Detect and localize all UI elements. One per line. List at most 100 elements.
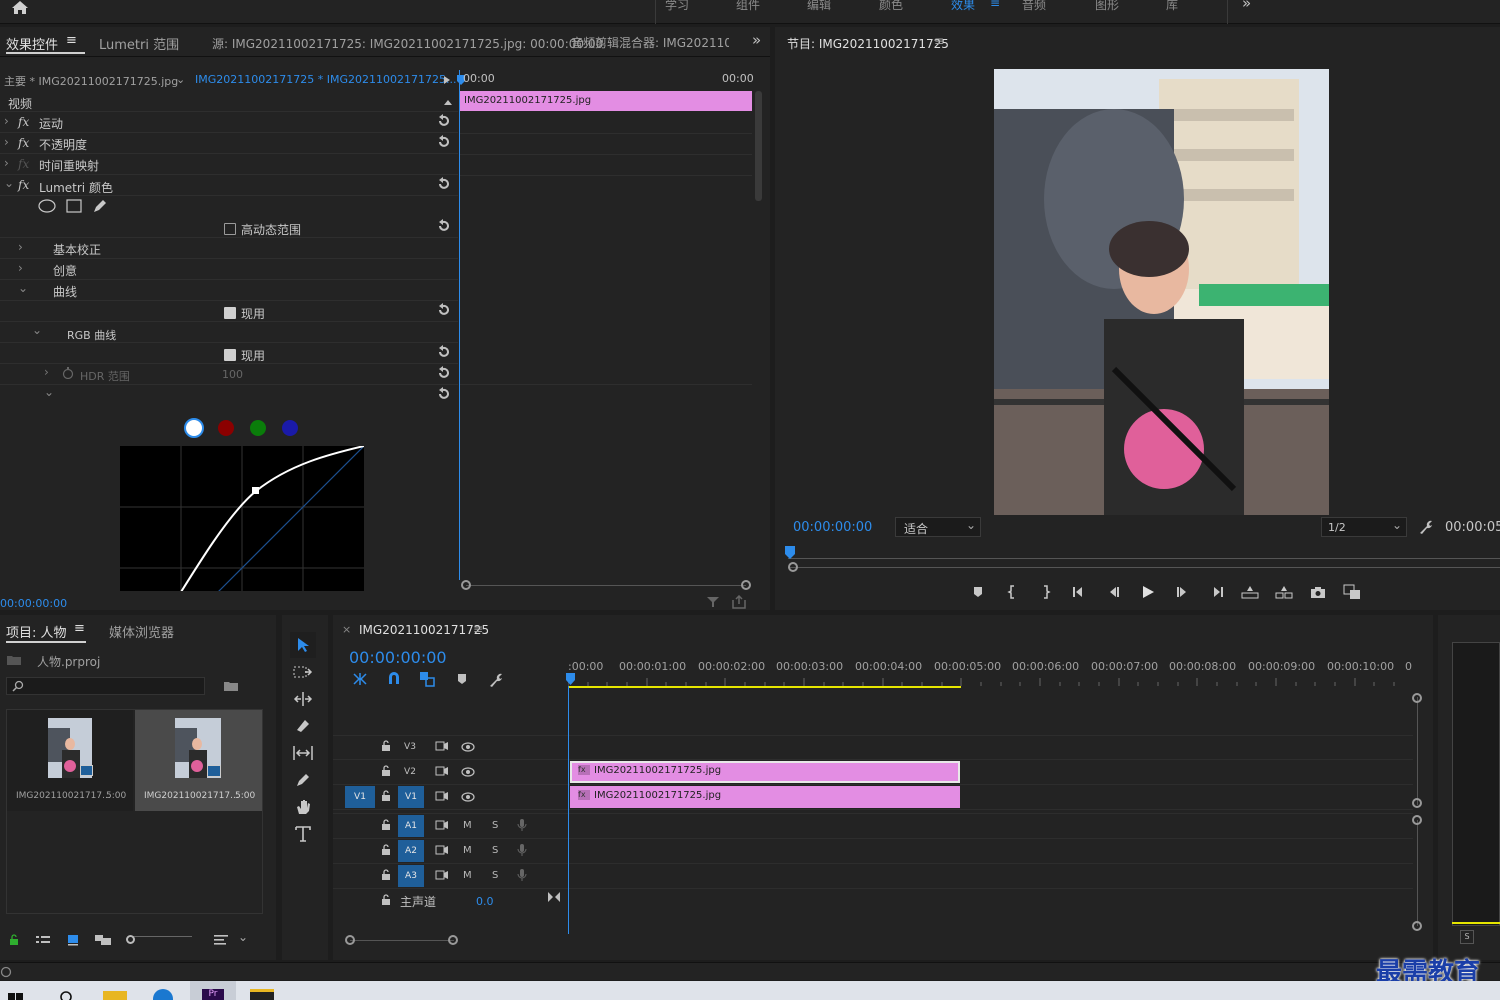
sync-lock-icon[interactable] — [435, 845, 449, 855]
timeline-settings-wrench-icon[interactable] — [488, 672, 504, 688]
lock-icon[interactable] — [8, 934, 20, 946]
solo-button[interactable]: S — [492, 870, 498, 881]
reset-motion-icon[interactable] — [436, 114, 452, 128]
add-marker-icon[interactable] — [966, 580, 990, 604]
nest-toggle-icon[interactable] — [352, 672, 368, 686]
track-lock-icon[interactable] — [381, 844, 391, 855]
basic-correction-label[interactable]: 基本校正 — [53, 241, 101, 258]
sync-lock-icon[interactable] — [435, 766, 449, 776]
play-small-icon[interactable] — [443, 75, 451, 85]
solo-button[interactable]: S — [492, 820, 498, 831]
sync-lock-icon[interactable] — [435, 791, 449, 801]
track-lock-icon[interactable] — [381, 740, 391, 751]
razor-icon[interactable] — [295, 718, 311, 734]
track-label-v1[interactable]: V1 — [398, 786, 424, 808]
timeline-marker-icon[interactable] — [456, 673, 468, 685]
tab-source-monitor[interactable]: 源: IMG20211002171725: IMG20211002171725.… — [212, 35, 603, 52]
reset-hdr-range-icon[interactable] — [436, 366, 452, 380]
lift-icon[interactable] — [1238, 580, 1262, 604]
solo-button[interactable]: S — [492, 845, 498, 856]
track-lock-icon[interactable] — [381, 894, 391, 905]
timeline-timecode[interactable]: 00:00:00:00 — [349, 648, 447, 667]
expand-curve-editor-icon[interactable]: ⌄ — [44, 385, 54, 399]
workspace-tab-assembly[interactable]: 组件 — [736, 0, 760, 13]
workspace-tab-learn[interactable]: 学习 — [665, 0, 689, 13]
sequence-menu-icon[interactable]: ≡ — [473, 622, 483, 636]
mute-button[interactable]: M — [463, 845, 472, 856]
filter-icon[interactable] — [706, 596, 720, 608]
toggle-output-eye-icon[interactable] — [461, 767, 475, 777]
fx-lumetri-icon[interactable]: fx — [18, 178, 29, 192]
track-label-v2[interactable]: V2 — [400, 762, 420, 782]
voiceover-mic-icon[interactable] — [517, 818, 527, 832]
curve-editor[interactable] — [120, 446, 364, 591]
export-frame-camera-icon[interactable] — [1306, 580, 1330, 604]
fit-dropdown[interactable]: 适合 ⌄ — [895, 517, 981, 537]
reset-hdr-icon[interactable] — [436, 219, 452, 233]
workspace-tab-audio[interactable]: 音频 — [1022, 0, 1046, 13]
video-scroll-handle-top[interactable] — [1412, 693, 1422, 703]
reset-opacity-icon[interactable] — [436, 135, 452, 149]
expand-rgb-curves-icon[interactable]: ⌄ — [32, 323, 42, 337]
zoom-slider-handle[interactable] — [126, 935, 135, 944]
track-lock-icon[interactable] — [381, 765, 391, 776]
ripple-edit-icon[interactable] — [293, 691, 313, 707]
hdr-range-value[interactable]: 100 — [222, 368, 243, 381]
stopwatch-icon[interactable] — [62, 367, 74, 379]
track-select-icon[interactable] — [293, 664, 313, 680]
collapse-up-icon[interactable] — [443, 98, 453, 106]
effect-zoom-handle-left[interactable] — [461, 580, 471, 590]
timeline-zoom-handle-right[interactable] — [448, 935, 458, 945]
curve-channel-blue[interactable] — [282, 420, 298, 436]
program-ruler[interactable] — [788, 558, 1500, 559]
tab-project[interactable]: 项目: 人物 — [6, 622, 67, 641]
curve-channel-luma[interactable] — [184, 418, 204, 438]
expand-basic-icon[interactable]: › — [18, 240, 23, 254]
rgb-curves-label[interactable]: RGB 曲线 — [67, 327, 116, 343]
selection-tool[interactable] — [290, 632, 316, 658]
comparison-view-icon[interactable] — [1340, 580, 1364, 604]
timeline-zoom-handle-left[interactable] — [345, 935, 355, 945]
program-title[interactable]: 节目: IMG20211002171725 — [787, 35, 949, 52]
fx-motion-icon[interactable]: fx — [18, 115, 29, 129]
work-area-bar[interactable] — [568, 686, 961, 688]
panel-menu-icon[interactable]: ≡ — [66, 33, 77, 48]
audio-track-scrollbar[interactable] — [1417, 820, 1418, 926]
extract-icon[interactable] — [1272, 580, 1296, 604]
expand-hdr-range-icon[interactable]: › — [44, 365, 49, 379]
expand-curves-icon[interactable]: ⌄ — [18, 281, 28, 295]
close-sequence-icon[interactable]: × — [342, 623, 351, 636]
curves-label[interactable]: 曲线 — [53, 283, 77, 300]
sync-lock-icon[interactable] — [435, 870, 449, 880]
track-label-a1[interactable]: A1 — [398, 815, 424, 837]
video-scroll-handle-bottom[interactable] — [1412, 798, 1422, 808]
mark-in-icon[interactable] — [1000, 580, 1024, 604]
track-label-a3[interactable]: A3 — [398, 865, 424, 887]
program-playhead-icon[interactable] — [785, 546, 795, 560]
sequence-clip-label[interactable]: IMG20211002171725 * IMG20211002171725... — [195, 73, 456, 86]
mute-button[interactable]: M — [463, 820, 472, 831]
video-track-scrollbar[interactable] — [1417, 697, 1418, 805]
track-lock-icon[interactable] — [381, 790, 391, 801]
track-label-v3[interactable]: V3 — [400, 737, 420, 757]
sort-icon[interactable] — [213, 934, 229, 946]
resolution-dropdown[interactable]: 1/2 ⌄ — [1321, 517, 1407, 537]
curves-enable-checkbox[interactable] — [224, 307, 236, 319]
chevron-down-icon[interactable]: ⌄ — [176, 73, 185, 86]
effect-clip-bar[interactable]: IMG20211002171725.jpg — [460, 91, 752, 111]
sort-chevron-icon[interactable]: ⌄ — [238, 930, 248, 944]
expand-opacity-icon[interactable]: › — [4, 135, 9, 149]
reset-curves-icon[interactable] — [436, 303, 452, 317]
pen-tool-icon[interactable] — [295, 772, 311, 788]
rectangle-mask-icon[interactable] — [66, 199, 82, 213]
curve-channel-green[interactable] — [250, 420, 266, 436]
master-clip-label[interactable]: 主要 * IMG20211002171725.jpg — [4, 73, 178, 89]
go-to-in-icon[interactable] — [1068, 580, 1092, 604]
snap-magnet-icon[interactable] — [386, 672, 402, 686]
expand-motion-icon[interactable]: › — [4, 114, 9, 128]
workspace-menu-icon[interactable]: ≡ — [990, 0, 1000, 10]
creative-label[interactable]: 创意 — [53, 262, 77, 279]
expand-creative-icon[interactable]: › — [18, 261, 23, 275]
panel-overflow-icon[interactable]: » — [752, 31, 761, 49]
project-search-input[interactable] — [6, 677, 205, 695]
